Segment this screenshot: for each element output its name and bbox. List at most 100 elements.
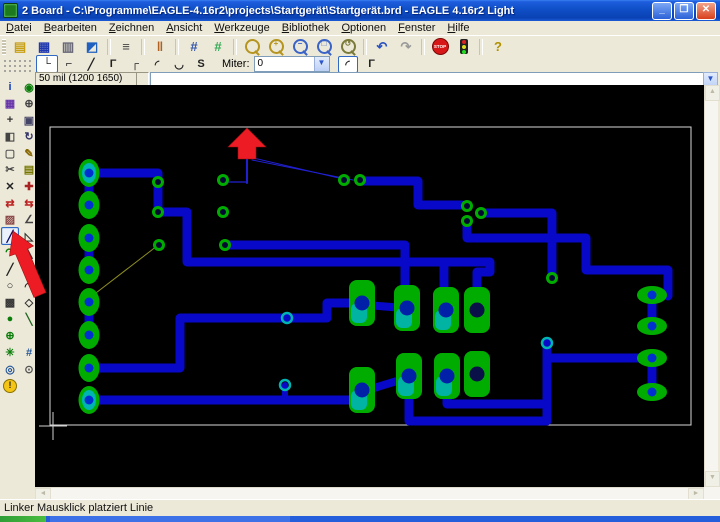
bend-style-4[interactable]: ┌ <box>124 55 146 73</box>
menu-datei[interactable]: Datei <box>0 21 38 35</box>
cut-tool[interactable]: ✂ <box>1 161 19 179</box>
zoom-redraw-icon: ↺ <box>340 39 356 54</box>
bend-style-2[interactable]: ╱ <box>80 55 102 73</box>
traffic-light-icon <box>460 39 468 54</box>
windows-taskbar[interactable] <box>0 516 720 522</box>
pad-hole <box>84 168 94 178</box>
zoom-out-button[interactable]: − <box>288 36 312 57</box>
zoom-redraw-button[interactable]: ↺ <box>336 36 360 57</box>
zoom-select-button[interactable]: □ <box>312 36 336 57</box>
grid-button[interactable] <box>2 58 32 73</box>
miter-straight-button[interactable]: Γ <box>362 56 382 73</box>
mirror-tool[interactable]: ◧ <box>1 128 19 146</box>
stop-icon: STOP <box>431 38 449 55</box>
display-tool[interactable]: ▦ <box>1 95 19 113</box>
menu-optionen[interactable]: Optionen <box>335 21 392 35</box>
menu-bibliothek[interactable]: Bibliothek <box>276 21 336 35</box>
window-title: 2 Board - C:\Programme\EAGLE-4.16r2\proj… <box>22 4 515 17</box>
scrollbar-corner <box>704 487 720 499</box>
palette-row: ◧ ↻ <box>1 128 39 145</box>
pad-hole <box>84 363 94 373</box>
board-canvas[interactable] <box>35 85 704 487</box>
print-button[interactable]: ▥ <box>56 36 80 57</box>
cam-processor-button[interactable]: ◩ <box>80 36 104 57</box>
delete-tool[interactable]: ✕ <box>1 178 19 196</box>
undo-button[interactable]: ↶ <box>370 36 394 57</box>
errors-tool[interactable]: ! <box>1 377 19 395</box>
tool-palette: i ◉ ▦ ⊕ + ▣ ◧ ↻ ▢ ✎ ✂ ▤ ✕ ✚ ⇄ ⇆ ▨ ∠ ╱ ◺ ↷ ╲ ╱ T ○ ◠ ▩ ◇ ● ╲ ⊕ ✳ # ◎ ⊙! <box>0 56 35 499</box>
via-hole <box>357 177 363 183</box>
rect-tool[interactable]: ▩ <box>1 294 19 312</box>
via-hole <box>220 209 226 215</box>
scroll-up-icon[interactable]: ▲ <box>705 85 720 101</box>
pad-hole <box>399 300 415 316</box>
bend-style-0[interactable]: └ <box>36 55 58 73</box>
bend-style-5[interactable]: ◜ <box>146 55 168 73</box>
vertical-scrollbar[interactable]: ▲ ▼ <box>704 85 720 487</box>
pad-hole <box>84 395 94 405</box>
bend-style-1[interactable]: ⌐ <box>58 55 80 73</box>
zoom-fit-button[interactable] <box>240 36 264 57</box>
close-button[interactable]: ✕ <box>696 1 716 20</box>
miter-round-button[interactable]: ◜ <box>337 55 358 73</box>
open-button[interactable]: ▤ <box>8 36 32 57</box>
palette-row: ╱ T <box>1 261 39 278</box>
zoom-in-button[interactable]: + <box>264 36 288 57</box>
palette-row: ○ ◠ <box>1 277 39 294</box>
ratsnest-tool[interactable]: ✳ <box>1 344 19 362</box>
menu-fenster[interactable]: Fenster <box>392 21 441 35</box>
script-button[interactable]: ≡ <box>114 36 138 57</box>
menu-zeichnen[interactable]: Zeichnen <box>103 21 160 35</box>
circle-tool[interactable]: ○ <box>1 277 19 295</box>
bend-style-7[interactable]: S <box>190 55 212 73</box>
redo-button[interactable]: ↷ <box>394 36 418 57</box>
pinswap-tool[interactable]: ⇄ <box>1 194 19 212</box>
library-button[interactable]: ‖ <box>148 36 172 57</box>
eagle-board-editor-window: 2 Board - C:\Programme\EAGLE-4.16r2\proj… <box>0 0 720 522</box>
miter-combobox[interactable]: 0 ▼ <box>253 56 330 72</box>
wire-tool[interactable]: ╱ <box>1 261 19 279</box>
start-button[interactable] <box>0 516 46 522</box>
chevron-down-icon[interactable]: ▼ <box>313 57 329 71</box>
smash-tool[interactable]: ▨ <box>1 211 19 229</box>
minimize-button[interactable]: _ <box>652 1 672 20</box>
title-bar[interactable]: 2 Board - C:\Programme\EAGLE-4.16r2\proj… <box>0 0 720 21</box>
bend-style-6[interactable]: ◡ <box>168 55 190 73</box>
save-button[interactable]: ▦ <box>32 36 56 57</box>
menu-bearbeiten[interactable]: Bearbeiten <box>38 21 103 35</box>
toolbar-separator <box>141 38 145 55</box>
zoom-out-icon: − <box>292 39 308 54</box>
menu-ansicht[interactable]: Ansicht <box>160 21 208 35</box>
go-button[interactable] <box>452 36 476 57</box>
help-button[interactable]: ? <box>486 36 510 57</box>
group-tool[interactable]: ▢ <box>1 144 19 162</box>
palette-row: ▩ ◇ <box>1 294 39 311</box>
schematic-button[interactable]: # <box>182 36 206 57</box>
palette-row: ✕ ✚ <box>1 178 39 195</box>
parameter-toolbar: └ ⌐ ╱ Γ ┌ ◜ ◡ S Miter: 0 ▼ ◜ Γ <box>0 55 720 73</box>
info-tool[interactable]: i <box>1 78 19 96</box>
pad-hole <box>354 382 370 398</box>
stop-button[interactable]: STOP <box>428 36 452 57</box>
menu-werkzeuge[interactable]: Werkzeuge <box>208 21 275 35</box>
menu-bar: Datei Bearbeiten Zeichnen Ansicht Werkzeuge B… <box>0 21 720 35</box>
taskbar-button[interactable] <box>50 516 290 522</box>
board-button[interactable]: # <box>206 36 230 57</box>
optimize-tool[interactable]: ↷ <box>1 244 19 262</box>
restore-button[interactable]: ❐ <box>674 1 694 20</box>
menu-hilfe[interactable]: Hilfe <box>441 21 475 35</box>
airwire <box>91 245 158 297</box>
drc-tool[interactable]: ◎ <box>1 360 19 378</box>
pad-hole <box>439 368 455 384</box>
palette-row: i ◉ <box>1 78 39 95</box>
via-hole <box>155 179 161 185</box>
route-tool[interactable]: ╱ <box>1 227 19 246</box>
scroll-down-icon[interactable]: ▼ <box>705 471 720 487</box>
copper-trace <box>442 373 547 409</box>
hole-tool[interactable]: ⊕ <box>1 327 19 345</box>
via-tool[interactable]: ● <box>1 310 19 328</box>
pad-hole <box>438 302 454 318</box>
via-hole <box>220 177 226 183</box>
move-tool[interactable]: + <box>1 111 19 129</box>
bend-style-3[interactable]: Γ <box>102 55 124 73</box>
